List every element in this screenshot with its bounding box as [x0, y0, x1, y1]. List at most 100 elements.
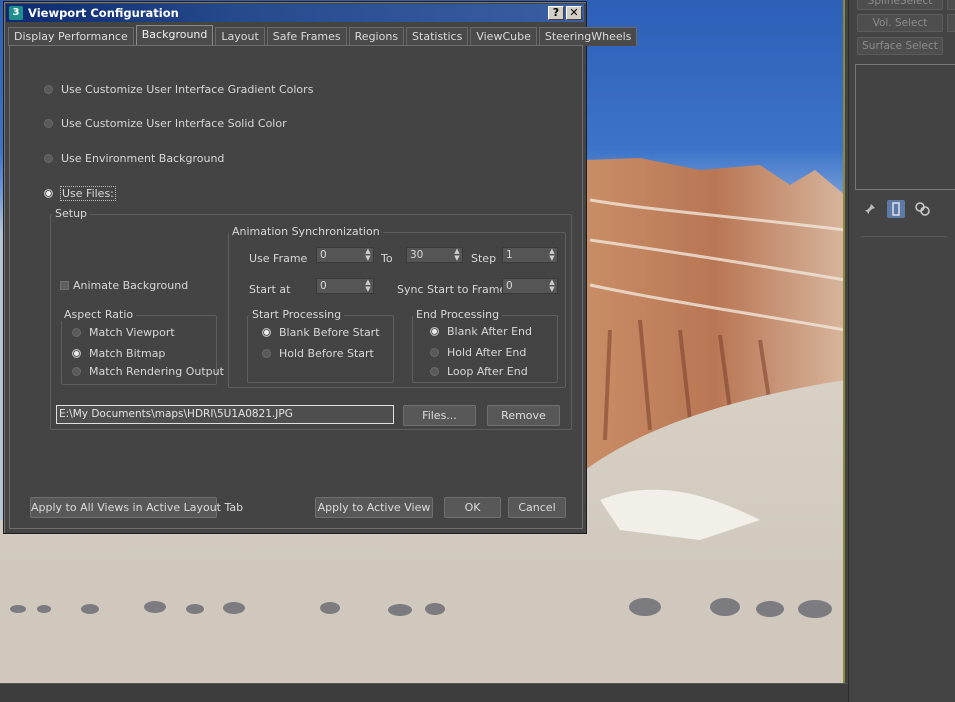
radio-blank-before-start[interactable]: Blank Before Start — [262, 326, 380, 339]
checkbox-label: Animate Background — [73, 279, 189, 292]
radio-label: Match Rendering Output — [89, 365, 224, 378]
spinner-value: 1 — [506, 249, 513, 261]
step-spinner[interactable]: 1 ▲ ▼ — [502, 247, 558, 263]
radio-button[interactable] — [44, 85, 53, 94]
radio-hold-after-end[interactable]: Hold After End — [430, 346, 526, 359]
spinner-value: 0 — [320, 249, 327, 261]
apply-all-views-button[interactable]: Apply to All Views in Active Layout Tab — [30, 497, 243, 518]
animate-background-checkbox[interactable]: Animate Background — [60, 279, 188, 292]
radio-button[interactable] — [44, 189, 53, 198]
panel-divider — [861, 236, 947, 237]
tab-background[interactable]: Background — [135, 25, 214, 46]
radio-label: Loop After End — [447, 365, 528, 378]
checkbox[interactable] — [60, 281, 69, 290]
apply-active-view-button[interactable]: Apply to Active View — [315, 497, 433, 518]
radio-environment-background[interactable]: Use Environment Background — [44, 152, 224, 165]
to-label: To — [381, 252, 393, 265]
radio-label: Blank After End — [447, 325, 532, 338]
radio-hold-before-start[interactable]: Hold Before Start — [262, 347, 374, 360]
pin-icon[interactable] — [861, 200, 879, 218]
command-panel: SplineSelect Vol. Select Surface Select — [848, 0, 955, 702]
spline-select-button[interactable]: SplineSelect — [857, 0, 943, 10]
step-label: Step — [471, 252, 497, 265]
tab-layout[interactable]: Layout — [215, 27, 265, 46]
radio-button[interactable] — [72, 367, 81, 376]
radio-gradient-colors[interactable]: Use Customize User Interface Gradient Co… — [44, 83, 313, 96]
spinner-arrows-icon[interactable]: ▲ ▼ — [365, 248, 371, 262]
spinner-arrows-icon[interactable]: ▲ ▼ — [549, 248, 555, 262]
use-frame-spinner[interactable]: 0 ▲ ▼ — [316, 247, 374, 263]
remove-button[interactable]: Remove — [487, 405, 560, 426]
start-at-label: Start at — [249, 283, 291, 296]
radio-match-rendering-output[interactable]: Match Rendering Output — [72, 365, 224, 378]
surface-select-button[interactable]: Surface Select — [857, 37, 943, 55]
background-tab-panel: Use Customize User Interface Gradient Co… — [9, 45, 583, 529]
spinner-arrows-icon[interactable]: ▲ ▼ — [454, 248, 460, 262]
spinner-value: 0 — [506, 280, 513, 292]
spinner-value: 30 — [410, 249, 424, 261]
tab-regions[interactable]: Regions — [348, 27, 405, 46]
tab-viewcube[interactable]: ViewCube — [470, 27, 537, 46]
sync-start-spinner[interactable]: 0 ▲ ▼ — [502, 278, 558, 294]
spinner-arrows-icon[interactable]: ▲ ▼ — [365, 279, 371, 293]
status-strip — [0, 683, 848, 702]
help-button[interactable]: ? — [548, 6, 564, 20]
end-processing-title: End Processing — [413, 309, 503, 321]
spinner-value: 0 — [320, 280, 327, 292]
radio-button[interactable] — [262, 349, 271, 358]
tab-bar: Display Performance Background Layout Sa… — [8, 25, 639, 46]
radio-label: Hold After End — [447, 346, 527, 359]
radio-match-viewport[interactable]: Match Viewport — [72, 326, 175, 339]
tab-safe-frames[interactable]: Safe Frames — [266, 27, 347, 46]
modifier-stack-list[interactable] — [855, 64, 955, 190]
to-spinner[interactable]: 30 ▲ ▼ — [406, 247, 463, 263]
radio-loop-after-end[interactable]: Loop After End — [430, 365, 528, 378]
radio-label: Use Environment Background — [61, 152, 225, 165]
radio-button[interactable] — [72, 349, 81, 358]
ok-button[interactable]: OK — [444, 497, 501, 518]
cancel-button[interactable]: Cancel — [508, 497, 566, 518]
radio-label: Use Customize User Interface Gradient Co… — [61, 83, 314, 96]
aspect-ratio-title: Aspect Ratio — [61, 309, 137, 321]
radio-label: Match Viewport — [89, 326, 175, 339]
radio-button[interactable] — [44, 119, 53, 128]
radio-label: Use Files: — [60, 186, 116, 201]
viewport-configuration-dialog: 3 Viewport Configuration ? ✕ Display Per… — [3, 1, 638, 534]
dialog-title: Viewport Configuration — [28, 6, 179, 20]
radio-button[interactable] — [430, 327, 439, 336]
start-at-spinner[interactable]: 0 ▲ ▼ — [316, 278, 374, 294]
start-processing-title: Start Processing — [249, 309, 345, 321]
files-button[interactable]: Files... — [403, 405, 476, 426]
title-bar[interactable]: 3 Viewport Configuration ? ✕ — [6, 4, 584, 22]
configure-icon[interactable] — [913, 200, 931, 218]
radio-label: Match Bitmap — [89, 347, 166, 360]
setup-title: Setup — [52, 208, 91, 220]
close-button[interactable]: ✕ — [566, 6, 582, 20]
stack-toolbar — [855, 196, 955, 222]
radio-button[interactable] — [430, 367, 439, 376]
panel-side-button[interactable] — [947, 14, 955, 32]
modifier-stack-icon[interactable] — [887, 200, 905, 218]
tab-steeringwheels[interactable]: SteeringWheels — [538, 27, 638, 46]
tab-statistics[interactable]: Statistics — [406, 27, 469, 46]
spinner-arrows-icon[interactable]: ▲ ▼ — [549, 279, 555, 293]
radio-button[interactable] — [72, 328, 81, 337]
radio-button[interactable] — [44, 154, 53, 163]
radio-button[interactable] — [430, 348, 439, 357]
radio-label: Blank Before Start — [279, 326, 380, 339]
sync-start-label: Sync Start to Frame — [397, 283, 507, 296]
animation-sync-title: Animation Synchronization — [229, 226, 383, 238]
panel-side-button[interactable] — [947, 0, 955, 10]
tab-display-performance[interactable]: Display Performance — [8, 27, 134, 46]
radio-solid-color[interactable]: Use Customize User Interface Solid Color — [44, 117, 287, 130]
radio-button[interactable] — [262, 328, 271, 337]
radio-use-files[interactable]: Use Files: — [44, 186, 116, 201]
radio-label: Use Customize User Interface Solid Color — [61, 117, 287, 130]
file-path-field[interactable]: E:\My Documents\maps\HDRI\5U1A0821.JPG — [56, 405, 394, 424]
use-frame-label: Use Frame — [249, 252, 308, 265]
radio-blank-after-end[interactable]: Blank After End — [430, 325, 532, 338]
radio-label: Hold Before Start — [279, 347, 374, 360]
radio-match-bitmap[interactable]: Match Bitmap — [72, 347, 165, 360]
vol-select-button[interactable]: Vol. Select — [857, 14, 943, 32]
app-icon: 3 — [9, 6, 23, 20]
